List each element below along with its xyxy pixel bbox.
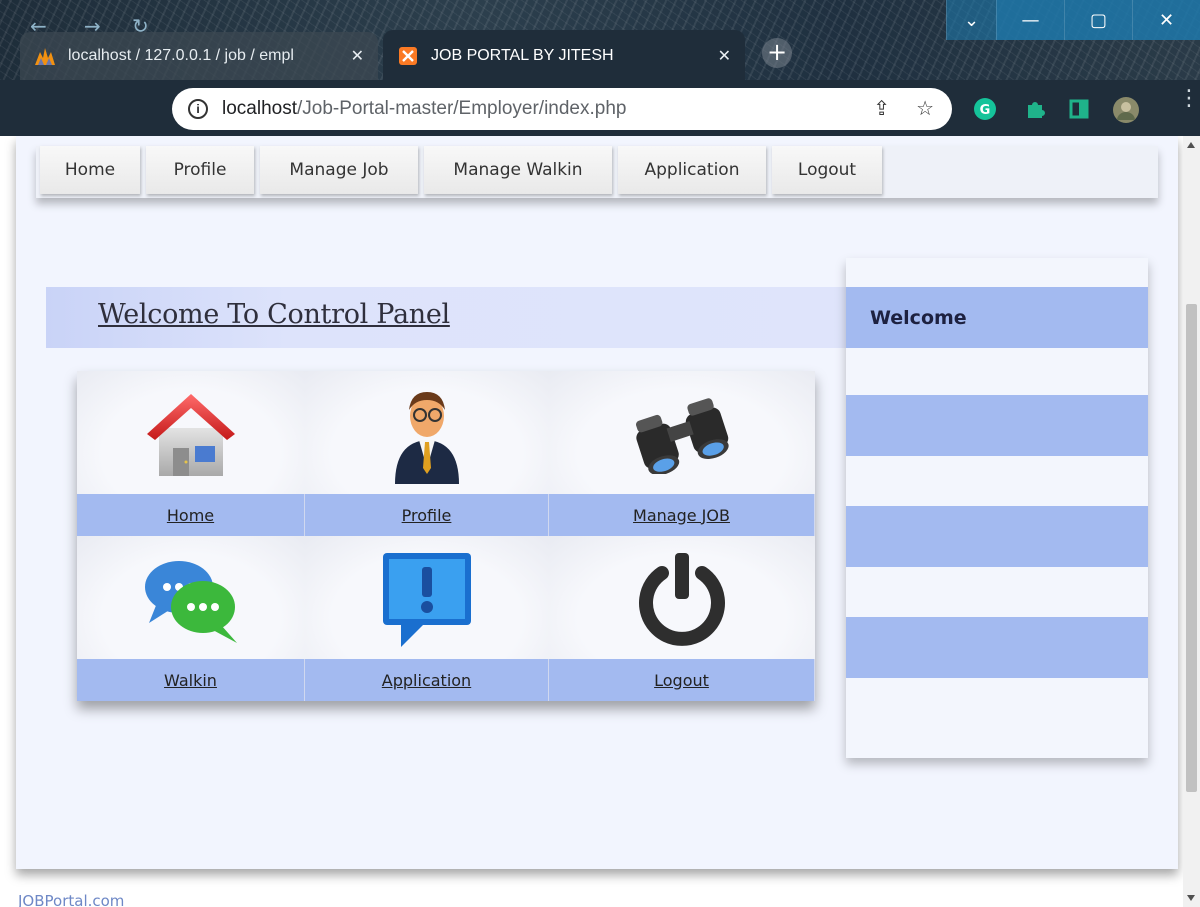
scroll-down-icon[interactable]	[1187, 895, 1195, 901]
welcome-banner: Welcome To Control Panel	[46, 287, 846, 348]
tile-application[interactable]: Application	[305, 536, 549, 701]
binoculars-icon	[636, 398, 729, 474]
footer-text[interactable]: JOBPortal.com	[18, 892, 124, 907]
tile-logout[interactable]: Logout	[549, 536, 815, 701]
sidebar: Welcome	[846, 258, 1148, 758]
back-arrow-icon[interactable]: ←	[30, 14, 47, 38]
sidebar-item-label: Welcome	[870, 307, 967, 329]
sidebar-item-blank-3	[846, 617, 1148, 678]
url-path: /Job-Portal-master/Employer/index.php	[297, 98, 627, 119]
info-icon[interactable]: i	[188, 99, 208, 119]
tile-label-manage-job[interactable]: Manage JOB	[549, 494, 815, 536]
forward-arrow-icon[interactable]: →	[84, 14, 101, 38]
nav-manage-job[interactable]: Manage Job	[260, 146, 418, 194]
address-bar[interactable]: i localhost /Job-Portal-master/Employer/…	[172, 88, 952, 130]
svg-text:G: G	[980, 103, 991, 118]
tile-label-profile[interactable]: Profile	[305, 494, 549, 536]
tile-profile[interactable]: Profile	[305, 371, 549, 536]
page-title: Welcome To Control Panel	[98, 299, 450, 330]
nav-application[interactable]: Application	[618, 146, 766, 194]
sidebar-item-blank-1	[846, 395, 1148, 456]
scrollbar-thumb[interactable]	[1186, 304, 1197, 792]
tile-walkin[interactable]: Walkin	[77, 536, 305, 701]
phpmyadmin-icon	[34, 45, 56, 67]
minimize-icon[interactable]: —	[996, 0, 1064, 40]
tile-label-home[interactable]: Home	[77, 494, 305, 536]
nav-home[interactable]: Home	[40, 146, 140, 194]
kebab-menu-icon[interactable]: ⋮	[1178, 88, 1200, 110]
home-icon	[147, 394, 235, 476]
sidebar-item-blank-2	[846, 506, 1148, 567]
tile-manage-job[interactable]: Manage JOB	[549, 371, 815, 536]
extensions-puzzle-icon[interactable]	[1022, 96, 1048, 122]
page-viewport: Home Profile Manage Job Manage Walkin Ap…	[0, 136, 1200, 907]
nav-manage-walkin[interactable]: Manage Walkin	[424, 146, 612, 194]
xampp-icon	[397, 45, 419, 67]
new-tab-button[interactable]: +	[762, 38, 792, 68]
tab-title: JOB PORTAL BY JITESH	[431, 47, 614, 64]
tile-label-logout[interactable]: Logout	[549, 659, 815, 701]
tab-title: localhost / 127.0.0.1 / job / empl	[68, 47, 294, 64]
profile-avatar-icon[interactable]	[1112, 96, 1139, 123]
nav-logout[interactable]: Logout	[772, 146, 882, 194]
sidebar-item-welcome: Welcome	[846, 287, 1148, 348]
tile-home[interactable]: Home	[77, 371, 305, 536]
nav-profile[interactable]: Profile	[146, 146, 254, 194]
tab-phpmyadmin[interactable]: localhost / 127.0.0.1 / job / empl ✕	[20, 32, 378, 80]
scroll-up-icon[interactable]	[1187, 142, 1195, 148]
alert-bubble-icon	[383, 553, 471, 647]
page-scrollbar[interactable]	[1183, 136, 1200, 907]
side-panel-icon[interactable]	[1066, 96, 1092, 122]
maximize-icon[interactable]: ▢	[1064, 0, 1132, 40]
control-panel-grid: Home Profile Manage JOB Walkin Applicati…	[77, 371, 815, 701]
chevron-down-icon[interactable]: ⌄	[946, 0, 996, 40]
tab-job-portal[interactable]: JOB PORTAL BY JITESH ✕	[383, 30, 745, 82]
top-navigation: Home Profile Manage Job Manage Walkin Ap…	[36, 146, 1158, 198]
close-icon[interactable]: ✕	[1132, 0, 1200, 40]
page-container: Home Profile Manage Job Manage Walkin Ap…	[16, 136, 1178, 869]
tile-label-walkin[interactable]: Walkin	[77, 659, 305, 701]
close-icon[interactable]: ✕	[718, 46, 731, 66]
reload-icon[interactable]: ↻	[132, 14, 149, 38]
url-host: localhost	[222, 98, 297, 119]
power-icon	[639, 553, 725, 646]
share-icon[interactable]: ⇪	[873, 96, 890, 121]
window-controls: ⌄ — ▢ ✕	[946, 0, 1200, 40]
star-icon[interactable]: ☆	[916, 96, 934, 121]
grammarly-icon[interactable]: G	[972, 96, 998, 122]
person-icon	[395, 392, 459, 484]
close-icon[interactable]: ✕	[351, 46, 364, 66]
tile-label-application[interactable]: Application	[305, 659, 549, 701]
chat-bubbles-icon	[145, 561, 237, 643]
